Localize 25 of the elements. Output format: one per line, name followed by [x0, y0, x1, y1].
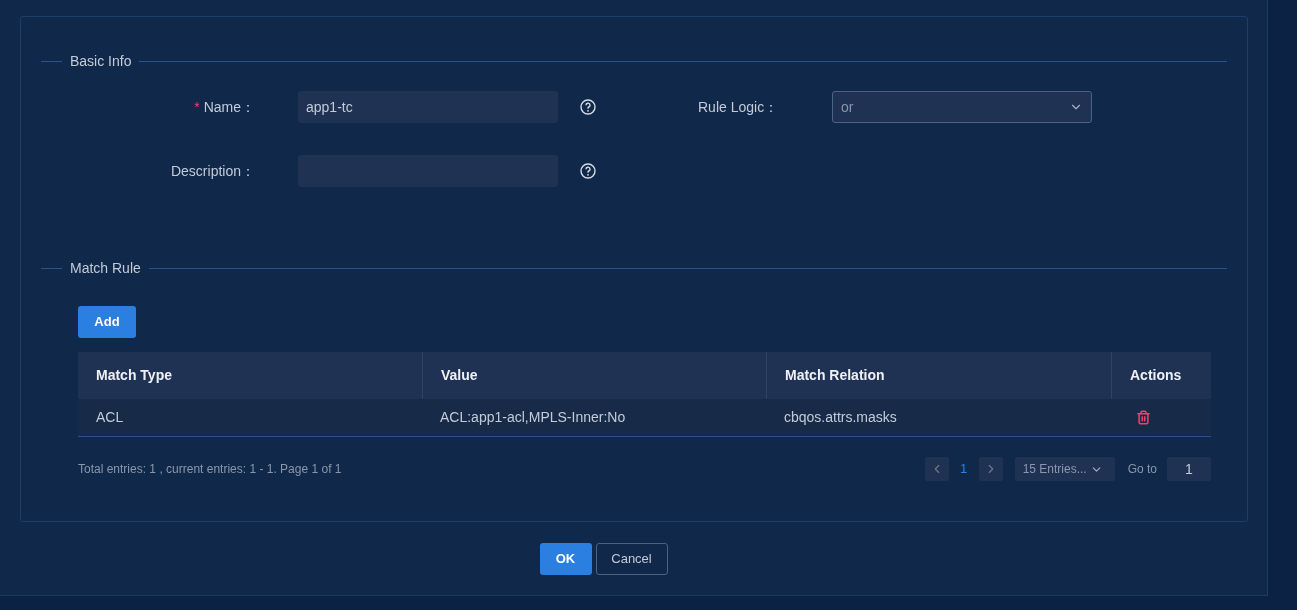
cancel-button[interactable]: Cancel — [595, 543, 668, 575]
table-cell-text: ACL — [95, 408, 125, 427]
table-cell-text: cbqos.attrs.masks — [783, 408, 898, 427]
previous-page-button[interactable] — [924, 457, 949, 481]
column-header: Match Type — [95, 366, 173, 385]
section-title: Match Rule — [69, 259, 142, 278]
goto-label: Go to — [1127, 461, 1157, 478]
text-field[interactable]: app1-tc — [298, 91, 558, 123]
page-size-select[interactable]: 15 Entries... — [1014, 457, 1115, 481]
help-icon[interactable] — [580, 163, 596, 179]
add-button[interactable]: Add — [78, 306, 136, 338]
page-button[interactable]: 1 — [948, 457, 979, 481]
pagination-summary: Total entries: 1 , current entries: 1 - 1. Page 1 of 1 — [78, 461, 343, 478]
section-title: Basic Info — [69, 52, 133, 71]
help-icon[interactable] — [580, 99, 596, 115]
rule-logic-select[interactable]: or — [832, 91, 1092, 123]
field-label: Description： — [170, 161, 255, 181]
ok-button[interactable]: OK — [539, 543, 592, 575]
next-page-button[interactable] — [978, 457, 1003, 481]
field-label: Name： — [203, 97, 255, 117]
goto-field[interactable]: 1 — [1167, 457, 1211, 481]
required-asterisk: * — [194, 97, 200, 117]
field-label: Rule Logic： — [698, 97, 780, 117]
table-cell-text: ACL:app1-acl,MPLS-Inner:No — [439, 408, 627, 427]
delete-icon[interactable] — [1136, 410, 1151, 425]
